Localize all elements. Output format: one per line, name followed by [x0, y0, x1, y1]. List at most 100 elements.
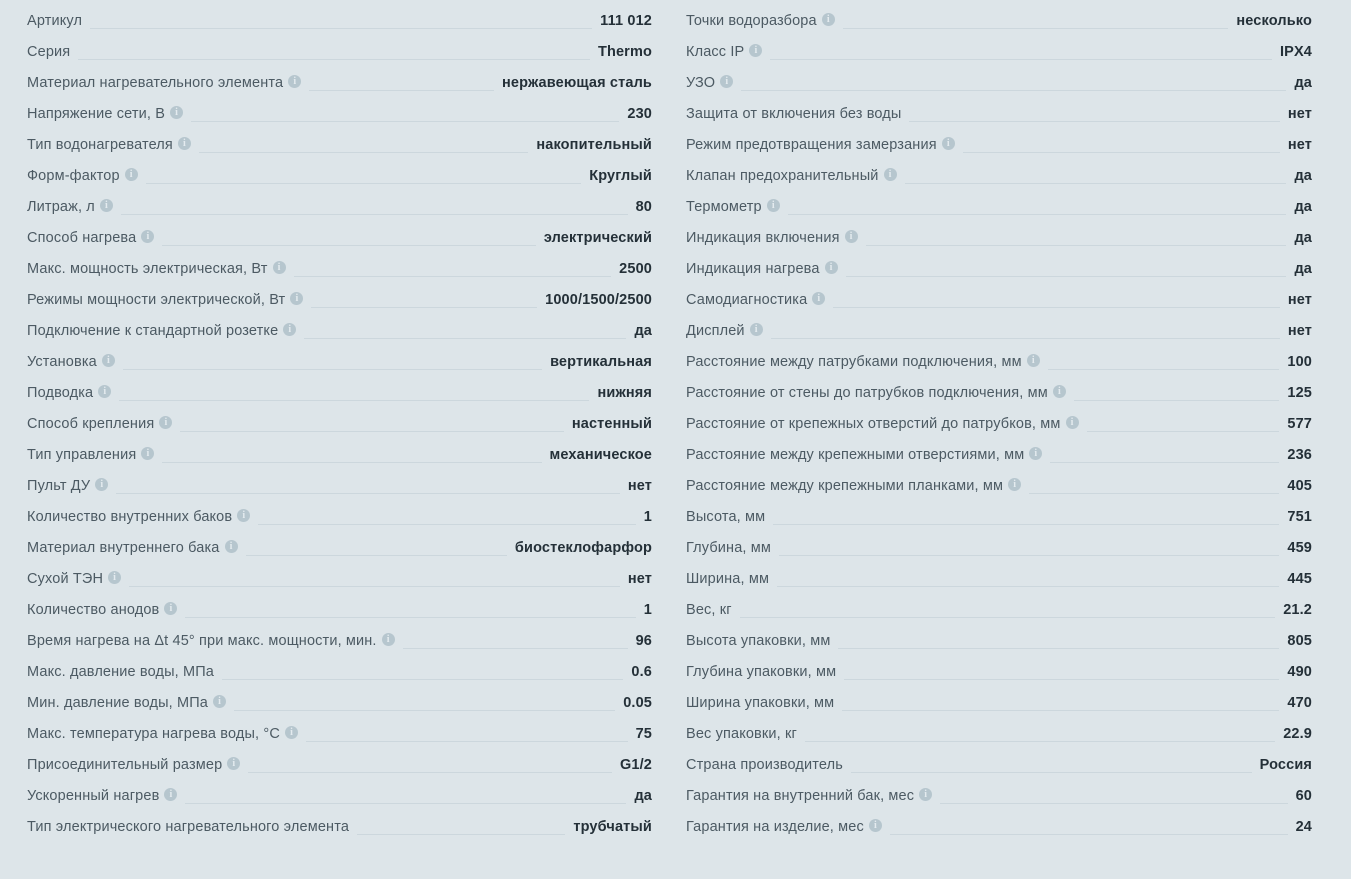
spec-leader-line [129, 586, 620, 587]
spec-row: Глубина упаковки, мм490 [686, 657, 1312, 688]
info-icon[interactable] [1029, 447, 1042, 460]
spec-leader-line [844, 679, 1279, 680]
spec-label: Способ нагрева [27, 223, 136, 254]
spec-value: нет [1288, 99, 1312, 130]
spec-label: Серия [27, 37, 70, 68]
info-icon[interactable] [869, 819, 882, 832]
info-icon[interactable] [1027, 354, 1040, 367]
spec-label: Макс. давление воды, МПа [27, 657, 214, 688]
info-icon[interactable] [283, 323, 296, 336]
info-icon[interactable] [164, 602, 177, 615]
spec-label: Напряжение сети, В [27, 99, 165, 130]
info-icon[interactable] [1008, 478, 1021, 491]
spec-label: Макс. мощность электрическая, Вт [27, 254, 268, 285]
info-icon[interactable] [178, 137, 191, 150]
spec-value: нет [1288, 130, 1312, 161]
spec-value: 445 [1287, 564, 1312, 595]
spec-leader-line [740, 617, 1275, 618]
info-icon[interactable] [919, 788, 932, 801]
info-icon[interactable] [720, 75, 733, 88]
spec-value: да [1294, 161, 1312, 192]
info-icon[interactable] [750, 323, 763, 336]
spec-value: нет [628, 471, 652, 502]
spec-row: СерияThermo [27, 37, 652, 68]
info-icon[interactable] [98, 385, 111, 398]
spec-leader-line [119, 400, 589, 401]
spec-value: биостеклофарфор [515, 533, 652, 564]
spec-leader-line [846, 276, 1287, 277]
spec-label: Присоединительный размер [27, 750, 222, 781]
spec-label: Время нагрева на Δt 45° при макс. мощнос… [27, 626, 377, 657]
info-icon[interactable] [213, 695, 226, 708]
spec-label: Литраж, л [27, 192, 95, 223]
spec-row: Макс. давление воды, МПа0.6 [27, 657, 652, 688]
info-icon[interactable] [288, 75, 301, 88]
spec-label: Страна производитель [686, 750, 843, 781]
info-icon[interactable] [100, 199, 113, 212]
spec-label: Пульт ДУ [27, 471, 90, 502]
spec-leader-line [258, 524, 636, 525]
spec-label: Ускоренный нагрев [27, 781, 159, 812]
info-icon[interactable] [141, 230, 154, 243]
info-icon[interactable] [884, 168, 897, 181]
info-icon[interactable] [749, 44, 762, 57]
spec-value: 459 [1287, 533, 1312, 564]
info-icon[interactable] [164, 788, 177, 801]
spec-leader-line [234, 710, 615, 711]
info-icon[interactable] [273, 261, 286, 274]
spec-row: Индикация нагревада [686, 254, 1312, 285]
spec-row: Гарантия на изделие, мес24 [686, 812, 1312, 843]
spec-label: Вес упаковки, кг [686, 719, 797, 750]
spec-row: Тип электрического нагревательного элеме… [27, 812, 652, 843]
spec-label: Индикация нагрева [686, 254, 820, 285]
spec-label: Высота упаковки, мм [686, 626, 830, 657]
spec-label: Мин. давление воды, МПа [27, 688, 208, 719]
spec-row: Расстояние между крепежными отверстиями,… [686, 440, 1312, 471]
spec-row: Форм-факторКруглый [27, 161, 652, 192]
info-icon[interactable] [1066, 416, 1079, 429]
spec-value: 577 [1287, 409, 1312, 440]
info-icon[interactable] [108, 571, 121, 584]
spec-label: Термометр [686, 192, 762, 223]
info-icon[interactable] [942, 137, 955, 150]
info-icon[interactable] [290, 292, 303, 305]
spec-value: 125 [1287, 378, 1312, 409]
info-icon[interactable] [822, 13, 835, 26]
info-icon[interactable] [170, 106, 183, 119]
spec-value: 1000/1500/2500 [545, 285, 652, 316]
info-icon[interactable] [1053, 385, 1066, 398]
spec-value: 805 [1287, 626, 1312, 657]
spec-row: Страна производительРоссия [686, 750, 1312, 781]
spec-label: Тип электрического нагревательного элеме… [27, 812, 349, 843]
info-icon[interactable] [285, 726, 298, 739]
info-icon[interactable] [382, 633, 395, 646]
spec-leader-line [294, 276, 612, 277]
info-icon[interactable] [225, 540, 238, 553]
spec-row: Мин. давление воды, МПа0.05 [27, 688, 652, 719]
info-icon[interactable] [825, 261, 838, 274]
spec-label: Расстояние от стены до патрубков подключ… [686, 378, 1048, 409]
spec-label: Тип управления [27, 440, 136, 471]
spec-row: Тип водонагревателянакопительный [27, 130, 652, 161]
info-icon[interactable] [102, 354, 115, 367]
info-icon[interactable] [845, 230, 858, 243]
spec-row: Высота, мм751 [686, 502, 1312, 533]
spec-leader-line [940, 803, 1287, 804]
info-icon[interactable] [237, 509, 250, 522]
spec-value: 21.2 [1283, 595, 1312, 626]
info-icon[interactable] [227, 757, 240, 770]
info-icon[interactable] [812, 292, 825, 305]
info-icon[interactable] [125, 168, 138, 181]
spec-label: Гарантия на изделие, мес [686, 812, 864, 843]
spec-label: Самодиагностика [686, 285, 807, 316]
spec-row: Подводканижняя [27, 378, 652, 409]
spec-value: 75 [636, 719, 652, 750]
spec-label: Артикул [27, 6, 82, 37]
info-icon[interactable] [95, 478, 108, 491]
info-icon[interactable] [141, 447, 154, 460]
spec-value: несколько [1236, 6, 1312, 37]
info-icon[interactable] [767, 199, 780, 212]
info-icon[interactable] [159, 416, 172, 429]
spec-label: Расстояние между крепежными отверстиями,… [686, 440, 1024, 471]
spec-row: Ускоренный нагревда [27, 781, 652, 812]
